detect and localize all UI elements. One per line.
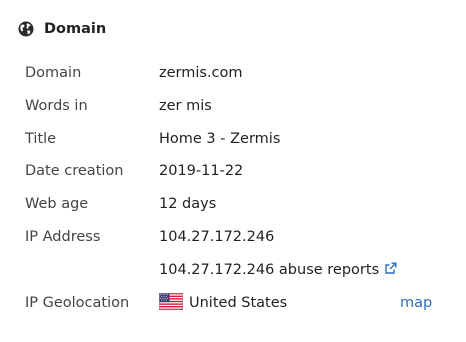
row-abuse-reports: 104.27.172.246 abuse reports	[0, 259, 466, 281]
web-age-value: 12 days	[159, 196, 217, 212]
date-creation-label: Date creation	[25, 163, 124, 179]
row-ip-address: IP Address 104.27.172.246	[0, 226, 466, 248]
web-age-label: Web age	[25, 196, 89, 212]
domain-panel: Domain Domain zermis.com Words in zer mi…	[0, 0, 466, 342]
title-label: Title	[25, 131, 57, 147]
row-words-in: Words in zer mis	[0, 95, 466, 117]
ip-address-link[interactable]: 104.27.172.246	[159, 226, 274, 248]
domain-value: zermis.com	[159, 65, 243, 81]
row-web-age: Web age 12 days	[0, 193, 466, 215]
words-in-value: zer mis	[159, 98, 212, 114]
panel-header: Domain	[18, 19, 106, 39]
abuse-reports-text[interactable]: 104.27.172.246 abuse reports	[159, 262, 379, 278]
words-in-label: Words in	[25, 98, 88, 114]
title-value: Home 3 - Zermis	[159, 131, 281, 147]
ip-address-label: IP Address	[25, 229, 101, 245]
us-flag-icon	[159, 293, 183, 310]
row-domain: Domain zermis.com	[0, 62, 466, 84]
globe-icon	[18, 21, 34, 37]
ip-geolocation-label: IP Geolocation	[25, 295, 130, 311]
row-date-creation: Date creation 2019-11-22	[0, 160, 466, 182]
panel-title: Domain	[44, 21, 107, 37]
map-link[interactable]: map	[400, 292, 432, 314]
domain-label: Domain	[25, 65, 82, 81]
external-link-icon[interactable]	[384, 260, 397, 274]
abuse-reports-link[interactable]: 104.27.172.246 abuse reports	[159, 259, 397, 281]
date-creation-value: 2019-11-22	[159, 163, 244, 179]
geolocation-value: United States	[159, 292, 287, 314]
geolocation-country: United States	[189, 295, 288, 311]
row-title: Title Home 3 - Zermis	[0, 128, 466, 150]
row-ip-geolocation: IP Geolocation United States map	[0, 292, 466, 314]
